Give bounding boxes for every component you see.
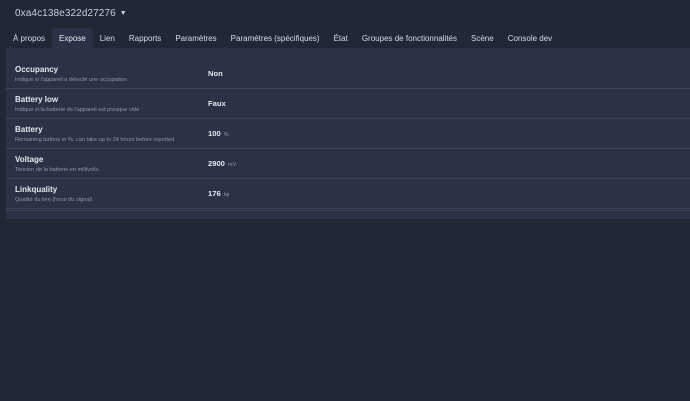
tab-parametres[interactable]: Paramètres (168, 28, 223, 48)
expose-value: 100% (208, 129, 229, 138)
tab-parametres-specifiques[interactable]: Paramètres (spécifiques) (224, 28, 327, 48)
expose-row-linkquality: Linkquality Qualité du lien (force du si… (6, 179, 690, 209)
expose-value: Non (208, 69, 226, 78)
expose-name: Voltage (15, 155, 44, 164)
tab-rapports[interactable]: Rapports (122, 28, 168, 48)
expose-value: Faux (208, 99, 229, 108)
divider (6, 210, 690, 211)
value-text: Faux (208, 99, 226, 108)
expose-row-occupancy: Occupancy Indique si l'appareil a détect… (6, 59, 690, 89)
tab-a-propos[interactable]: À propos (6, 28, 52, 48)
tab-label: Groupes de fonctionnalités (361, 33, 457, 43)
tab-label: Scène (471, 33, 494, 43)
tab-label: Expose (59, 33, 86, 43)
expose-description: Tension de la batterie en millivolts (15, 167, 99, 173)
tab-lien[interactable]: Lien (93, 28, 122, 48)
expose-row-voltage: Voltage Tension de la batterie en milliv… (6, 149, 690, 179)
expose-row-battery: Battery Remaining battery in %, can take… (6, 119, 690, 149)
value-unit: mV (227, 162, 237, 168)
expose-name: Linkquality (15, 185, 58, 194)
tab-etat[interactable]: État (327, 28, 355, 48)
expose-row-battery-low: Battery low Indique si la batterie de l'… (6, 89, 690, 119)
tab-label: À propos (13, 33, 46, 43)
tab-expose[interactable]: Expose (52, 28, 93, 48)
expose-name: Battery low (15, 95, 59, 104)
expose-description: Qualité du lien (force du signal) (15, 197, 93, 203)
expose-panel: Occupancy Indique si l'appareil a détect… (6, 48, 690, 219)
value-unit: % (223, 132, 229, 138)
expose-value: 176 lqi (208, 189, 229, 198)
expose-description: Indique si la batterie de l'appareil est… (15, 107, 140, 113)
tab-label: Rapports (128, 33, 162, 43)
tab-label: Lien (99, 33, 115, 43)
tab-label: Console dev (507, 33, 553, 43)
value-text: 100 (208, 129, 221, 138)
tab-console-dev[interactable]: Console dev (501, 28, 559, 48)
value-text: Non (208, 69, 223, 78)
device-header: 0xa4c138e322d27276 ▼ (0, 0, 690, 26)
expose-description: Indique si l'appareil a détecté une occu… (15, 77, 127, 83)
value-text: 176 (208, 189, 221, 198)
tab-groupes[interactable]: Groupes de fonctionnalités (355, 28, 464, 48)
tab-label: Paramètres (spécifiques) (230, 33, 320, 43)
tab-label: État (333, 33, 348, 43)
tab-bar: À propos Expose Lien Rapports Paramètres… (6, 28, 559, 48)
value-text: 2900 (208, 159, 225, 168)
expose-name: Occupancy (15, 65, 59, 74)
expose-name: Battery (15, 125, 43, 134)
device-selector[interactable]: 0xa4c138e322d27276 (15, 8, 116, 19)
chevron-down-icon[interactable]: ▼ (120, 10, 127, 17)
expose-value: 2900 mV (208, 159, 236, 168)
expose-description: Remaining battery in %, can take up to 2… (15, 137, 175, 143)
tab-scene[interactable]: Scène (464, 28, 501, 48)
tab-label: Paramètres (175, 33, 217, 43)
value-unit: lqi (223, 192, 230, 198)
